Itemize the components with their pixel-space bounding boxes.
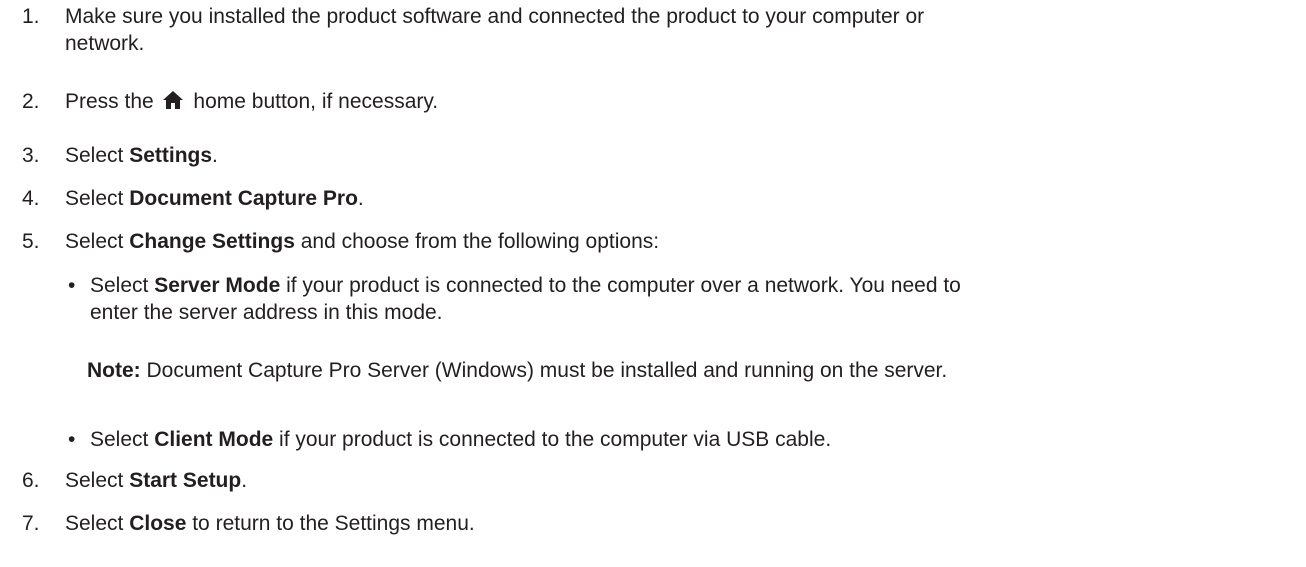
option-client-mode: • Select Client Mode if your product is … [65,426,831,453]
step-number: 2. [22,90,40,113]
instructions-page: 1. Make sure you installed the product s… [0,0,1306,567]
option-text-after: if your product is connected to the comp… [280,274,961,297]
step-text-before: Select [65,144,130,167]
step-text-before: Select [65,469,130,492]
step-number: 3. [22,144,40,167]
step-7: 7. Select Close to return to the Setting… [0,510,475,537]
step-text-line2: network. [65,32,145,55]
step-number: 4. [22,187,40,210]
ui-term-server-mode: Server Mode [154,274,281,297]
step-text-before: Select [65,187,130,210]
step-4: 4. Select Document Capture Pro. [0,185,364,212]
step-text-after: . [357,187,364,210]
step-text-before: Select [65,230,130,253]
step-text-line1: Make sure you installed the product soft… [65,5,925,28]
step-number: 7. [22,512,40,535]
ui-term-settings: Settings [129,144,213,167]
bullet-dot: • [68,428,76,451]
note-label: Note: [87,359,141,382]
ui-term-document-capture-pro: Document Capture Pro [129,187,358,210]
step-5: 5. Select Change Settings and choose fro… [0,228,659,255]
bullet-dot: • [68,274,76,297]
note-text: Document Capture Pro Server (Windows) mu… [140,359,948,382]
step-1: 1. Make sure you installed the product s… [0,3,924,57]
step-number: 5. [22,230,40,253]
ui-term-client-mode: Client Mode [154,428,274,451]
step-number: 1. [22,5,40,28]
step-text-before: Select [65,512,130,535]
step-number: 6. [22,469,40,492]
step-text-after: and choose from the following options: [294,230,660,253]
ui-term-change-settings: Change Settings [129,230,295,253]
step-text-before: Press the [65,90,154,113]
step-text-after: . [212,144,218,167]
option-text-before: Select [90,428,155,451]
home-icon [162,90,184,117]
step-3: 3. Select Settings. [0,142,218,169]
step-2: 2. Press the home button, if necessary. [0,88,438,117]
ui-term-start-setup: Start Setup [129,469,242,492]
option-text-before: Select [90,274,155,297]
step-text-after: home button, if necessary. [193,90,439,113]
option-text-line2: enter the server address in this mode. [90,301,443,324]
note: Note: Document Capture Pro Server (Windo… [87,357,947,384]
step-6: 6. Select Start Setup. [0,467,247,494]
ui-term-close: Close [129,512,187,535]
step-text-after: to return to the Settings menu. [186,512,475,535]
option-server-mode: • Select Server Mode if your product is … [65,272,961,326]
step-text-after: . [241,469,248,492]
option-text-after: if your product is connected to the comp… [273,428,832,451]
